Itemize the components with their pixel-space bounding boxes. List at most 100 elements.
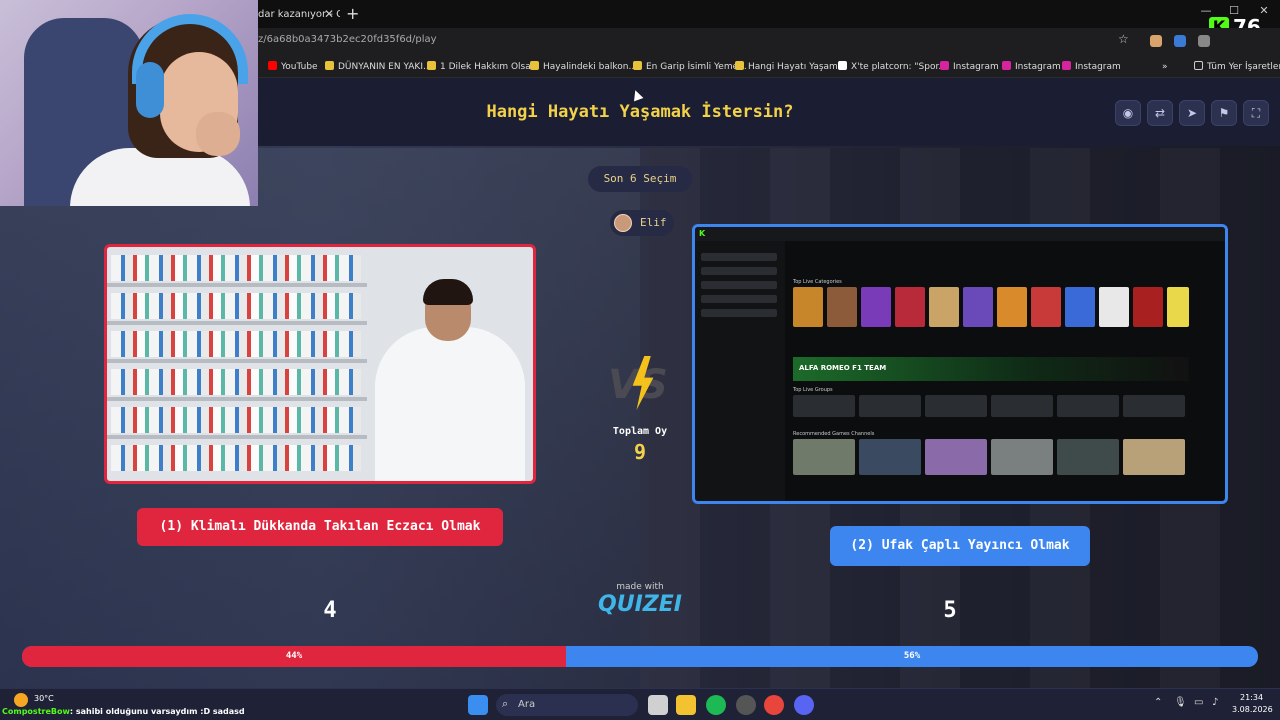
eye-icon[interactable]: ◉ [1115, 100, 1141, 126]
all-bookmarks[interactable]: Tüm Yer İşaretleri [1194, 60, 1280, 74]
banner-title: ALFA ROMEO F1 TEAM [799, 364, 887, 372]
bookmark-item[interactable]: Hangi Hayatı Yaşam... [735, 60, 846, 74]
folder-icon [1194, 61, 1203, 70]
bookmark-label: X'te platcorn: "Spor... [851, 62, 947, 72]
pharmacist [375, 327, 525, 481]
chrome-icon[interactable] [764, 695, 784, 715]
youtube-icon [268, 61, 277, 70]
app-icon[interactable] [736, 695, 756, 715]
page-title: Hangi Hayatı Yaşamak İstersin? [486, 102, 794, 122]
network-icon[interactable]: ▭ [1194, 697, 1203, 708]
x-icon [838, 61, 847, 70]
extensions-puzzle-icon[interactable] [1198, 35, 1210, 47]
sidebar-row [701, 295, 777, 303]
windows-start-icon[interactable] [468, 695, 488, 715]
category-thumb [895, 287, 925, 327]
category-thumb [1167, 287, 1189, 327]
bookmark-icon [530, 61, 539, 70]
bookmark-item[interactable]: Hayalindeki balkon... [530, 60, 637, 74]
flag-icon[interactable]: ⚑ [1211, 100, 1237, 126]
sidebar-row [701, 309, 777, 317]
bookmark-label: Instagram [1075, 62, 1121, 72]
bookmark-x[interactable]: X'te platcorn: "Spor... [838, 60, 947, 74]
discord-icon[interactable] [794, 695, 814, 715]
bookmark-label: DÜNYANIN EN YAKI... [338, 62, 432, 72]
category-thumb [1031, 287, 1061, 327]
channel-thumb [991, 439, 1053, 475]
shelf [107, 321, 367, 325]
volume-icon[interactable]: ♪ [1212, 697, 1218, 708]
shelf [107, 397, 367, 401]
promo-banner[interactable]: ALFA ROMEO F1 TEAM [793, 357, 1189, 381]
microphone-icon[interactable]: 🎙 [1174, 697, 1187, 708]
bookmarks-overflow-icon[interactable]: » [1162, 60, 1168, 74]
instagram-icon [1062, 61, 1071, 70]
option2-button[interactable]: (2) Ufak Çaplı Yayıncı Olmak [830, 526, 1090, 566]
bookmark-star-icon[interactable]: ☆ [1118, 32, 1132, 50]
extension-icon[interactable] [1174, 35, 1186, 47]
search-box[interactable]: ⌕ Ara [496, 694, 638, 716]
option2-vote-count: 5 [943, 598, 957, 623]
made-with-label: made with [616, 582, 664, 592]
bookmark-icon [325, 61, 334, 70]
category-thumb [861, 287, 891, 327]
option2-percent: 56% [903, 651, 921, 661]
channel-thumb [1123, 439, 1185, 475]
bookmark-label: 1 Dilek Hakkım Olsa... [440, 62, 540, 72]
task-view-icon[interactable] [648, 695, 668, 715]
group-tile [1057, 395, 1119, 417]
send-icon[interactable]: ➤ [1179, 100, 1205, 126]
total-votes-label: Toplam Oy [612, 426, 668, 437]
weather-icon[interactable] [14, 693, 28, 707]
file-explorer-icon[interactable] [676, 695, 696, 715]
group-tile [925, 395, 987, 417]
weather-temperature: 30°C [34, 694, 54, 703]
category-thumb [1133, 287, 1163, 327]
bookmark-item[interactable]: En Garip İsimli Yeme... [633, 60, 747, 74]
clock-date[interactable]: 3.08.2026 [1232, 705, 1273, 714]
group-tile [1123, 395, 1185, 417]
spotify-icon[interactable] [706, 695, 726, 715]
avatar [614, 214, 632, 232]
tab-close-icon[interactable]: ✕ [322, 4, 336, 24]
group-tile [991, 395, 1053, 417]
tray-overflow-icon[interactable]: ⌃ [1154, 697, 1162, 708]
instagram-icon [940, 61, 949, 70]
group-tile [793, 395, 855, 417]
fullscreen-icon[interactable]: ⛶ [1243, 100, 1269, 126]
shelf [107, 435, 367, 439]
chat-message: : sahibi olduğunu varsaydım :D sadasd [69, 707, 245, 716]
category-thumb [1065, 287, 1095, 327]
quizei-logo: QUIZEI [598, 592, 682, 617]
picker-name: Elif [640, 216, 667, 229]
bookmark-instagram[interactable]: Instagram [1002, 60, 1061, 74]
bookmark-youtube[interactable]: YouTube [268, 60, 318, 74]
option1-button[interactable]: (1) Klimalı Dükkanda Takılan Eczacı Olma… [137, 508, 503, 546]
total-votes-value: 9 [633, 440, 647, 464]
share-icon[interactable]: ⇄ [1147, 100, 1173, 126]
extension-icon[interactable] [1150, 35, 1162, 47]
clock-time[interactable]: 21:34 [1240, 693, 1263, 702]
bookmark-instagram[interactable]: Instagram [1062, 60, 1121, 74]
new-tab-icon[interactable]: + [346, 4, 360, 24]
chat-username: CompostreBow [2, 707, 70, 716]
category-thumb [997, 287, 1027, 327]
channel-thumb [859, 439, 921, 475]
option2-image[interactable]: K Top Live Categories ALFA ROMEO F1 TEAM… [692, 224, 1228, 504]
sidebar-row [701, 253, 777, 261]
taskbar: 30°C CompostreBow: sahibi olduğunu varsa… [0, 688, 1280, 720]
bookmark-instagram[interactable]: Instagram [940, 60, 999, 74]
bookmark-item[interactable]: 1 Dilek Hakkım Olsa... [427, 60, 539, 74]
sidebar-row [701, 281, 777, 289]
picker-badge: Elif [610, 210, 674, 236]
category-thumb [793, 287, 823, 327]
group-tile [859, 395, 921, 417]
option1-image[interactable] [104, 244, 536, 484]
url-field[interactable]: z/6a68b0a3473b2ec20fd35f6d/play [258, 34, 437, 45]
bookmark-item[interactable]: DÜNYANIN EN YAKI... [325, 60, 432, 74]
option1-vote-count: 4 [323, 598, 337, 623]
medicine-boxes [111, 407, 361, 433]
last-picks-badge[interactable]: Son 6 Seçim [588, 166, 692, 192]
bookmark-icon [633, 61, 642, 70]
bookmark-icon [735, 61, 744, 70]
